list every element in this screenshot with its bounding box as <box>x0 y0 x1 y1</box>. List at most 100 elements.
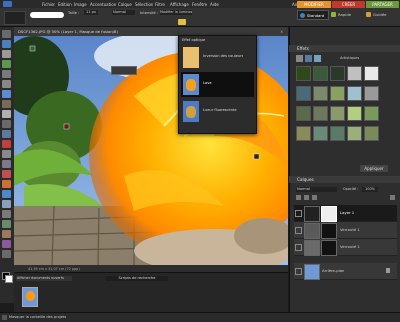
menu-edit[interactable]: Edition <box>58 2 72 7</box>
layer-row[interactable]: Verrouté 1 <box>294 239 397 256</box>
bin-thumbnail[interactable] <box>22 287 38 307</box>
eraser-tool-icon[interactable] <box>2 170 11 178</box>
quick-edit-button[interactable]: Rapide <box>329 10 363 18</box>
effects-category-icon-2[interactable] <box>305 55 312 62</box>
layer-row[interactable]: Layer 1 <box>294 205 397 222</box>
effect-thumb-2[interactable] <box>313 66 328 81</box>
new-layer-icon[interactable] <box>296 195 301 200</box>
app-logo-icon <box>3 1 12 7</box>
visibility-icon[interactable] <box>295 268 302 275</box>
bin-toggle-icon[interactable] <box>2 315 7 320</box>
tab-modify[interactable]: MODIFIER <box>297 1 331 8</box>
effect-thumb-12[interactable] <box>313 106 328 121</box>
effect-thumb-10[interactable] <box>364 86 379 101</box>
zoom-tool-icon[interactable] <box>2 40 11 48</box>
menu-enhance[interactable]: Accentuation <box>90 2 116 7</box>
effect-thumb-18[interactable] <box>330 126 345 141</box>
effect-thumb-4[interactable] <box>347 66 362 81</box>
move-tool-icon[interactable] <box>2 30 11 38</box>
standard-edit-button[interactable]: Standard <box>297 10 329 20</box>
recompose-tool-icon[interactable] <box>2 130 11 138</box>
delete-layer-icon[interactable] <box>390 195 395 200</box>
crop-tool-icon[interactable] <box>2 120 11 128</box>
tab-create[interactable]: CRÉER <box>332 1 365 8</box>
popup-item-invert[interactable]: Inversion des couleurs <box>181 45 254 70</box>
hand-tool-icon[interactable] <box>2 50 11 58</box>
visibility-icon[interactable] <box>295 227 302 234</box>
sponge-tool-icon[interactable] <box>2 240 11 248</box>
effect-thumb-17[interactable] <box>313 126 328 141</box>
smart-brush-tool-icon[interactable] <box>2 190 11 198</box>
invert-effect-thumb <box>183 47 199 68</box>
effect-thumb-20[interactable] <box>364 126 379 141</box>
effects-category-select[interactable]: Artistiques <box>340 56 359 60</box>
menu-filter[interactable]: Filtre <box>155 2 165 7</box>
effect-thumb-15[interactable] <box>364 106 379 121</box>
effect-thumb-16[interactable] <box>296 126 311 141</box>
blend-mode-select[interactable]: Normal <box>296 187 337 192</box>
brightness-mode-button[interactable]: Modifier la luminosité <box>160 10 192 15</box>
menu-select[interactable]: Sélection <box>135 2 153 7</box>
effect-thumb-19[interactable] <box>347 126 362 141</box>
apply-effect-button[interactable]: Appliquer <box>360 165 388 172</box>
lasso-tool-icon[interactable] <box>2 80 11 88</box>
menu-file[interactable]: Fichier <box>42 2 55 7</box>
eyedropper-tool-icon[interactable] <box>2 60 11 68</box>
effect-thumb-7[interactable] <box>313 86 328 101</box>
bin-source-select[interactable]: Afficher documents ouverts <box>16 276 72 281</box>
effect-thumb-9[interactable] <box>347 86 362 101</box>
popup-item-fluorescent[interactable]: Lueur fluorescente <box>181 99 254 124</box>
effect-thumb-6[interactable] <box>296 86 311 101</box>
menu-image[interactable]: Image <box>74 2 87 7</box>
brush-preset-icon[interactable] <box>4 11 26 25</box>
hide-bin-text[interactable]: Masquer la corbeille des projets <box>9 315 66 319</box>
effects-category-icon-1[interactable] <box>296 55 303 62</box>
standard-edit-label: Standard <box>307 12 325 18</box>
layer-mask-icon[interactable] <box>312 195 317 200</box>
pencil-tool-icon[interactable] <box>2 250 11 258</box>
effect-thumb-8[interactable] <box>330 86 345 101</box>
brush-tool-icon[interactable] <box>2 180 11 188</box>
menu-help[interactable]: Aide <box>210 2 219 7</box>
effect-thumb-3[interactable] <box>330 66 345 81</box>
popup-item-lava[interactable]: Lave <box>181 72 254 97</box>
marquee-tool-icon[interactable] <box>2 70 11 78</box>
effect-thumb-11[interactable] <box>296 106 311 121</box>
guided-edit-button[interactable]: Guidée <box>364 10 398 18</box>
adjustment-layer-icon[interactable] <box>304 195 309 200</box>
size-input[interactable]: 11 px <box>84 10 98 15</box>
effect-thumb-5[interactable] <box>364 66 379 81</box>
red-eye-tool-icon[interactable] <box>2 140 11 148</box>
visibility-icon[interactable] <box>295 210 302 217</box>
mode-select[interactable]: Normal <box>112 10 135 15</box>
background-color-swatch[interactable] <box>5 275 13 283</box>
layer-row[interactable]: Arrière-plan <box>294 263 397 280</box>
selection-brush-tool-icon[interactable] <box>2 100 11 108</box>
effect-thumb-14[interactable] <box>347 106 362 121</box>
effect-picker-icon[interactable] <box>178 19 186 25</box>
shape-tool-icon[interactable] <box>2 220 11 228</box>
effect-thumb-1[interactable] <box>296 66 311 81</box>
close-document-icon[interactable]: × <box>280 29 285 34</box>
text-tool-icon[interactable] <box>2 110 11 118</box>
spot-healing-tool-icon[interactable] <box>2 150 11 158</box>
gradient-tool-icon[interactable] <box>2 210 11 218</box>
effects-panel-title[interactable]: Effets <box>289 45 400 52</box>
menu-layer[interactable]: Calque <box>118 2 132 7</box>
effects-category-icon-3[interactable] <box>314 55 321 62</box>
menu-window[interactable]: Fenêtre <box>192 2 207 7</box>
bin-tab-scripts[interactable]: Scripts de recherche <box>106 276 168 281</box>
floating-tool-widget[interactable] <box>111 66 137 75</box>
tab-share[interactable]: PARTAGER <box>366 1 399 8</box>
paint-bucket-tool-icon[interactable] <box>2 200 11 208</box>
layers-panel-title[interactable]: Calques <box>289 176 400 183</box>
effect-thumb-13[interactable] <box>330 106 345 121</box>
brush-stroke-preview[interactable] <box>30 12 64 18</box>
menu-view[interactable]: Affichage <box>170 2 189 7</box>
layer-row[interactable]: Verrouté 1 <box>294 222 397 239</box>
blur-tool-icon[interactable] <box>2 230 11 238</box>
magic-wand-tool-icon[interactable] <box>2 90 11 98</box>
opacity-input[interactable]: 100% <box>362 187 378 192</box>
clone-stamp-tool-icon[interactable] <box>2 160 11 168</box>
visibility-icon[interactable] <box>295 244 302 251</box>
